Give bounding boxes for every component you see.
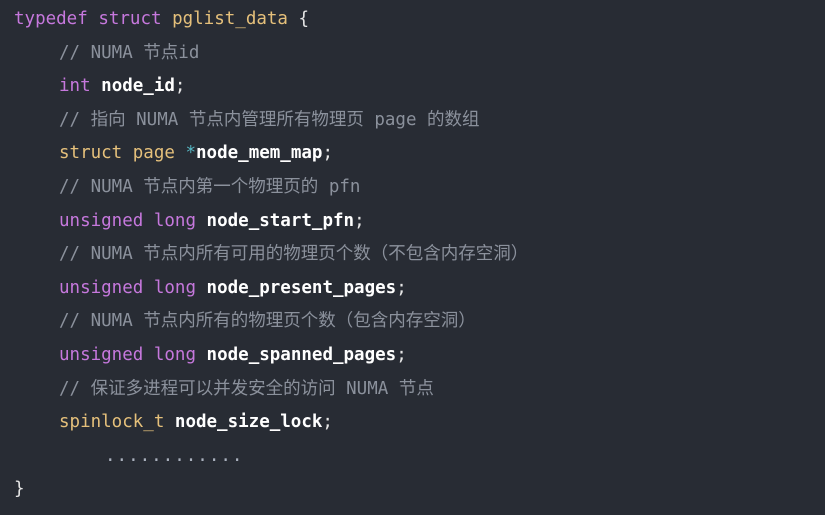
semicolon: ; <box>174 76 186 97</box>
code-line-14: ............ <box>0 440 825 474</box>
pointer-star: * <box>185 143 197 164</box>
keyword-struct: struct <box>59 143 123 164</box>
comment: // NUMA 节点内所有可用的物理页个数（不包含内存空洞） <box>59 244 529 265</box>
code-block: typedef struct pglist_data { // NUMA 节点i… <box>0 0 825 515</box>
ellipsis-dots: ............ <box>105 445 244 466</box>
comment: // NUMA 节点内所有的物理页个数（包含内存空洞） <box>59 311 476 332</box>
comment: // NUMA 节点内第一个物理页的 pfn <box>59 176 361 197</box>
keyword-long: long <box>153 277 196 298</box>
code-line-10: // NUMA 节点内所有的物理页个数（包含内存空洞） <box>0 305 825 339</box>
comment: // NUMA 节点id <box>59 42 200 63</box>
semicolon: ; <box>396 277 407 298</box>
code-line-1: typedef struct pglist_data { <box>0 3 825 37</box>
code-line-2: // NUMA 节点id <box>0 37 825 71</box>
code-line-8: // NUMA 节点内所有可用的物理页个数（不包含内存空洞） <box>0 238 825 272</box>
comment: // 指向 NUMA 节点内管理所有物理页 page 的数组 <box>59 109 480 130</box>
code-line-6: // NUMA 节点内第一个物理页的 pfn <box>0 171 825 205</box>
code-line-11: unsigned long node_spanned_pages; <box>0 339 825 373</box>
code-line-12: // 保证多进程可以并发安全的访问 NUMA 节点 <box>0 373 825 407</box>
semicolon: ; <box>322 412 333 433</box>
code-line-5: struct page *node_mem_map; <box>0 137 825 171</box>
code-line-13: spinlock_t node_size_lock; <box>0 406 825 440</box>
type-keyword: int <box>59 76 91 97</box>
field-identifier: node_size_lock <box>174 412 323 433</box>
keyword-struct: struct <box>98 9 162 29</box>
type-name: page <box>132 143 175 164</box>
field-identifier: node_present_pages <box>206 277 397 298</box>
keyword-unsigned: unsigned <box>59 344 144 365</box>
semicolon: ; <box>354 210 365 231</box>
code-line-4: // 指向 NUMA 节点内管理所有物理页 page 的数组 <box>0 104 825 138</box>
keyword-typedef: typedef <box>14 9 88 29</box>
comment: // 保证多进程可以并发安全的访问 NUMA 节点 <box>59 378 434 399</box>
open-brace: { <box>298 9 310 29</box>
struct-name: pglist_data <box>172 9 288 29</box>
keyword-long: long <box>153 210 196 231</box>
code-line-15: } <box>0 473 825 507</box>
semicolon: ; <box>322 143 333 164</box>
field-identifier: node_start_pfn <box>206 210 355 231</box>
close-brace: } <box>14 479 25 500</box>
keyword-unsigned: unsigned <box>59 210 144 231</box>
keyword-unsigned: unsigned <box>59 277 144 298</box>
code-line-9: unsigned long node_present_pages; <box>0 272 825 306</box>
code-line-7: unsigned long node_start_pfn; <box>0 205 825 239</box>
field-identifier: node_id <box>101 76 175 97</box>
field-identifier: node_spanned_pages <box>206 344 397 365</box>
semicolon: ; <box>396 344 407 365</box>
keyword-long: long <box>153 344 196 365</box>
field-identifier: node_mem_map <box>196 143 323 164</box>
type-name: spinlock_t <box>59 412 165 433</box>
code-line-3: int node_id; <box>0 70 825 104</box>
